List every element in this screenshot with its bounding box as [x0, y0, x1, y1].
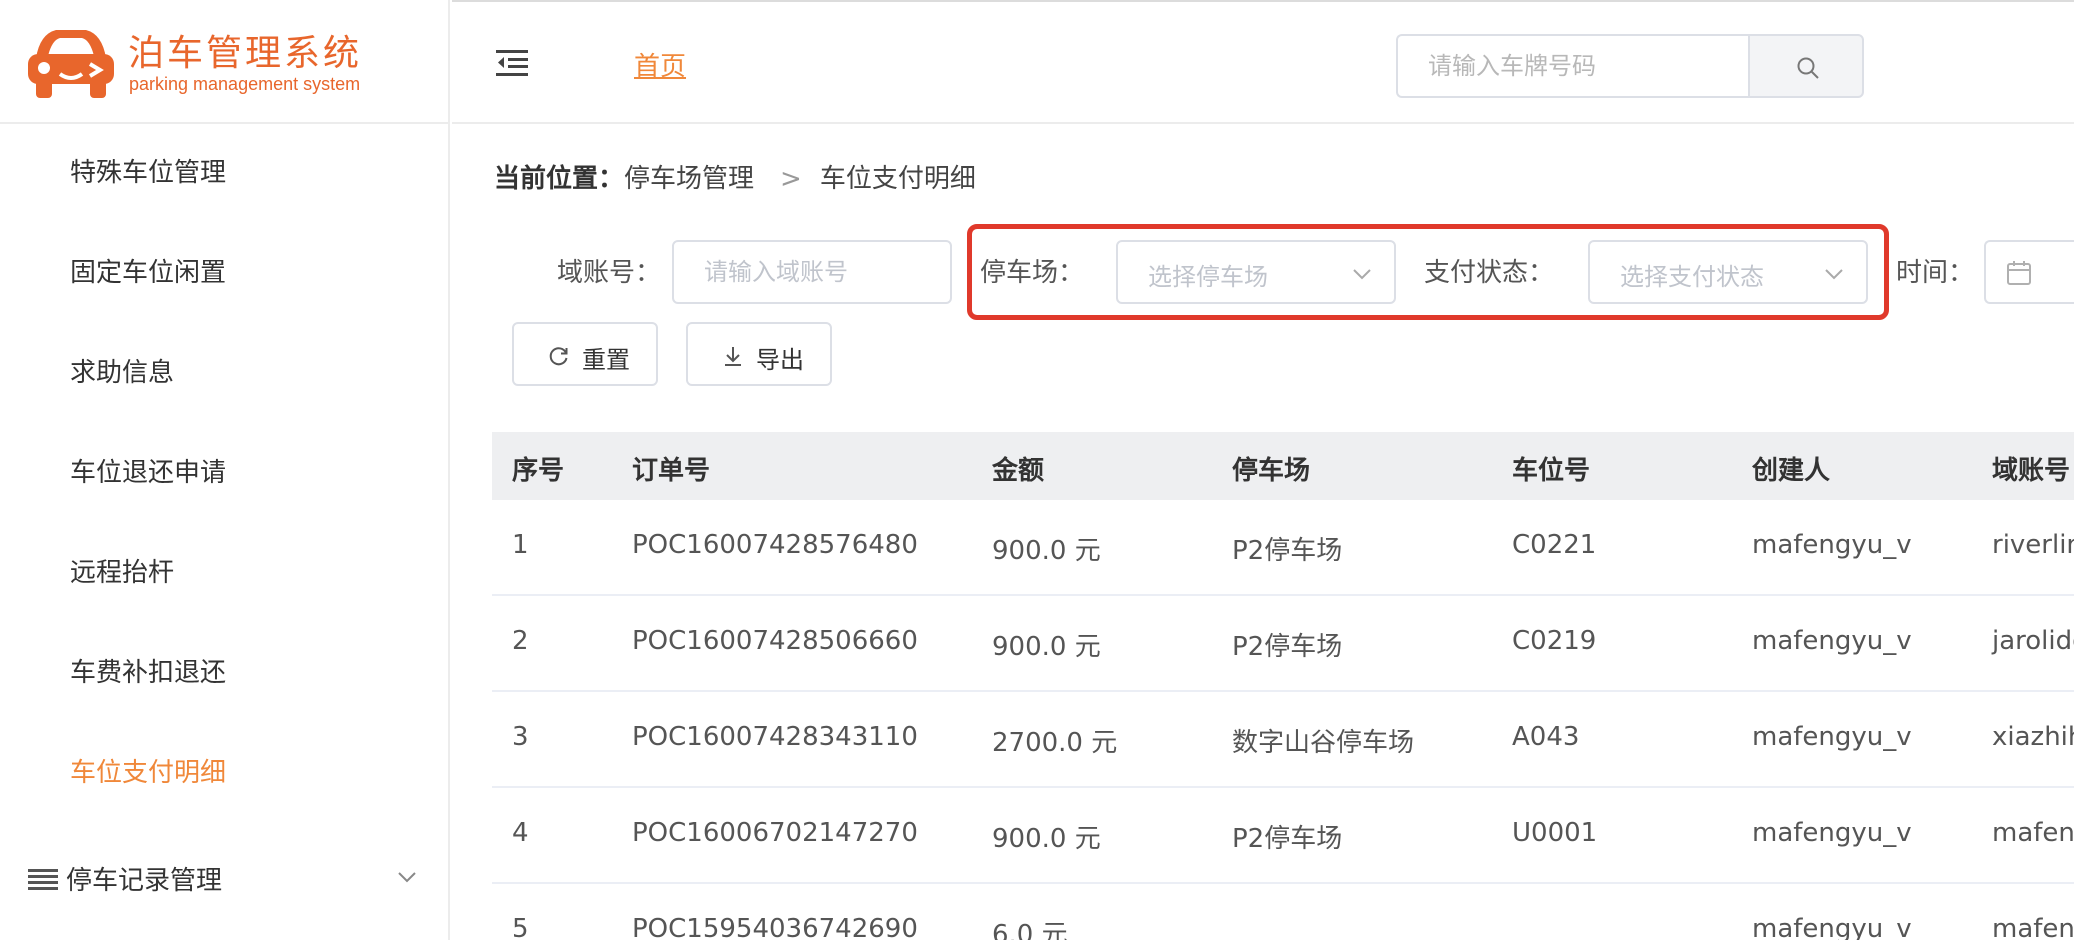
cell-space-no: C0219	[1512, 626, 1597, 656]
sidebar-item-remote-gate[interactable]: 远程抬杆	[70, 552, 174, 589]
cell-amount: 900.0 元	[992, 632, 1101, 662]
chevron-down-icon	[398, 872, 416, 883]
cell-space-no: A043	[1512, 722, 1580, 752]
cell-order-no: POC16007428343110	[632, 722, 918, 752]
breadcrumb: 当前位置：停车场管理 > 车位支付明细	[494, 158, 976, 195]
chevron-down-icon	[1353, 269, 1371, 280]
main-content: 当前位置：停车场管理>车位支付明细 域账号： 停车场： 选择停车场 支付状态： …	[452, 126, 2074, 940]
sidebar-item-help-info[interactable]: 求助信息	[70, 352, 174, 389]
home-link[interactable]: 首页	[634, 46, 686, 83]
export-label: 导出	[756, 346, 804, 374]
time-label: 时间：	[1896, 258, 1975, 288]
plate-search-field[interactable]	[1396, 34, 1750, 98]
cell-amount: 6.0 元	[992, 920, 1068, 940]
parking-lot-label: 停车场：	[980, 258, 1085, 288]
table-row[interactable]: 3 POC16007428343110 2700.0 元 数字山谷停车场 A04…	[492, 692, 2074, 788]
cell-order-no: POC16007428576480	[632, 530, 918, 560]
sidebar-group-label: 停车记录管理	[66, 866, 223, 896]
breadcrumb-label: 当前位置：	[494, 164, 625, 194]
col-header-index: 序号	[512, 456, 565, 486]
search-button[interactable]	[1748, 34, 1864, 98]
sidebar-divider	[0, 122, 450, 124]
brand-subtitle: parking management system	[129, 74, 361, 94]
cell-account: mafeng	[1992, 914, 2074, 940]
download-icon	[725, 347, 741, 366]
col-header-space-no: 车位号	[1512, 456, 1591, 486]
top-header: 首页	[452, 0, 2074, 124]
sidebar-group-parking-records[interactable]: 停车记录管理	[28, 860, 418, 900]
cell-index: 2	[512, 626, 529, 656]
cell-order-no: POC16007428506660	[632, 626, 918, 656]
breadcrumb-item-current: 车位支付明细	[819, 164, 976, 194]
cell-parking-lot: P2停车场	[1232, 824, 1343, 854]
cell-account: jarolido	[1992, 626, 2074, 656]
cell-order-no: POC15954036742690	[632, 914, 918, 940]
sidebar-item-payment-detail[interactable]: 车位支付明细	[70, 752, 226, 789]
col-header-account: 域账号	[1992, 456, 2071, 486]
cell-index: 1	[512, 530, 529, 560]
brand-title: 泊车管理系统	[128, 33, 363, 74]
account-label: 域账号：	[557, 258, 662, 288]
cell-creator: mafengyu_v	[1752, 722, 1912, 752]
parking-lot-placeholder: 选择停车场	[1148, 263, 1268, 291]
col-header-amount: 金额	[992, 456, 1045, 486]
export-button[interactable]: 导出	[686, 322, 832, 386]
account-field[interactable]	[672, 240, 952, 304]
cell-space-no: C0221	[1512, 530, 1597, 560]
breadcrumb-separator: >	[780, 164, 802, 194]
sidebar: 泊车管理系统 parking management system 特殊车位管理 …	[0, 0, 450, 940]
sidebar-item-space-return[interactable]: 车位退还申请	[70, 452, 226, 489]
table-row[interactable]: 2 POC16007428506660 900.0 元 P2停车场 C0219 …	[492, 596, 2074, 692]
cell-creator: mafengyu_v	[1752, 914, 1912, 940]
reset-label: 重置	[582, 346, 630, 374]
cell-space-no: U0001	[1512, 818, 1598, 848]
table-row[interactable]: 4 POC16006702147270 900.0 元 P2停车场 U0001 …	[492, 788, 2074, 884]
cell-order-no: POC16006702147270	[632, 818, 918, 848]
refresh-icon	[549, 347, 568, 366]
cell-account: riverlim	[1992, 530, 2074, 560]
cell-creator: mafengyu_v	[1752, 530, 1912, 560]
col-header-creator: 创建人	[1752, 456, 1831, 486]
cell-amount: 900.0 元	[992, 824, 1101, 854]
pay-status-select[interactable]: 选择支付状态	[1588, 240, 1868, 304]
col-header-order-no: 订单号	[632, 456, 711, 486]
sidebar-item-fixed-idle[interactable]: 固定车位闲置	[70, 252, 226, 289]
cell-index: 4	[512, 818, 529, 848]
time-range-picker[interactable]	[1984, 240, 2074, 304]
parking-lot-select[interactable]: 选择停车场	[1116, 240, 1396, 304]
account-input[interactable]	[674, 242, 950, 302]
cell-parking-lot: P2停车场	[1232, 632, 1343, 662]
table-row[interactable]: 1 POC16007428576480 900.0 元 P2停车场 C0221 …	[492, 500, 2074, 596]
cell-parking-lot: 数字山谷停车场	[1232, 728, 1415, 758]
car-icon	[28, 30, 114, 98]
chevron-down-icon	[1825, 269, 1843, 280]
table-row[interactable]: 5 POC15954036742690 6.0 元 mafengyu_v maf…	[492, 884, 2074, 940]
menu-collapse-icon[interactable]	[496, 50, 528, 76]
cell-creator: mafengyu_v	[1752, 818, 1912, 848]
cell-index: 3	[512, 722, 529, 752]
plate-search-input[interactable]	[1398, 36, 1750, 96]
cell-creator: mafengyu_v	[1752, 626, 1912, 656]
list-icon	[28, 869, 58, 890]
cell-amount: 2700.0 元	[992, 728, 1118, 758]
cell-index: 5	[512, 914, 529, 940]
brand-logo[interactable]: 泊车管理系统 parking management system	[26, 22, 426, 102]
breadcrumb-item-parking-mgmt[interactable]: 停车场管理	[624, 164, 754, 194]
table-header: 序号 订单号 金额 停车场 车位号 创建人 域账号	[492, 432, 2074, 500]
sidebar-item-special-spaces[interactable]: 特殊车位管理	[70, 152, 226, 189]
cell-account: xiazhih	[1992, 722, 2074, 752]
search-icon	[1797, 57, 1819, 79]
cell-parking-lot: P2停车场	[1232, 536, 1343, 566]
cell-amount: 900.0 元	[992, 536, 1101, 566]
col-header-parking-lot: 停车场	[1232, 456, 1311, 486]
calendar-icon	[2007, 261, 2031, 285]
reset-button[interactable]: 重置	[512, 322, 658, 386]
sidebar-item-fee-refund[interactable]: 车费补扣退还	[70, 652, 226, 689]
pay-status-placeholder: 选择支付状态	[1620, 263, 1764, 291]
pay-status-label: 支付状态：	[1424, 258, 1555, 288]
cell-account: mafeng	[1992, 818, 2074, 848]
